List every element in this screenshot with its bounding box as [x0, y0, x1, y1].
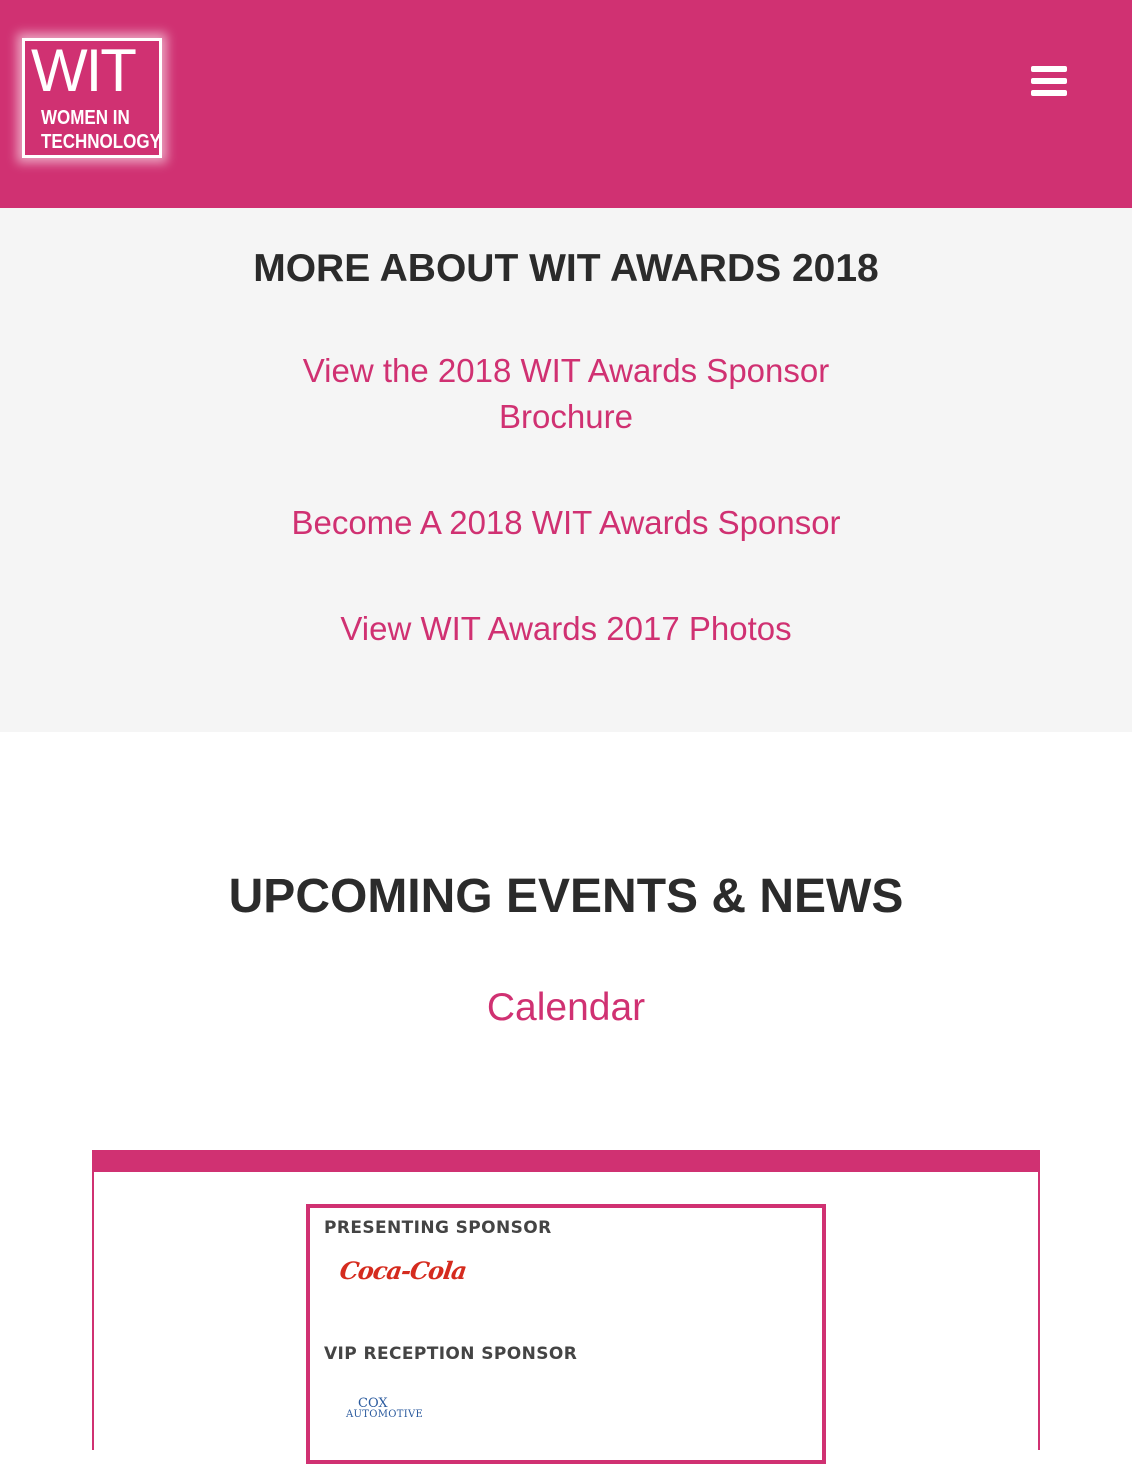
upcoming-events-title: UPCOMING EVENTS & NEWS [228, 870, 904, 923]
presenting-sponsor-label: PRESENTING SPONSOR [324, 1218, 552, 1238]
hamburger-menu-icon[interactable] [1031, 66, 1067, 98]
logo-mark: WIT [31, 37, 137, 104]
sponsor-image[interactable]: PRESENTING SPONSOR Coca-Cola VIP RECEPTI… [306, 1204, 826, 1464]
menu-bar [1031, 78, 1067, 84]
logo-line-technology: TECHNOLOGY [41, 131, 161, 153]
site-header: WIT WOMEN IN TECHNOLOGY [0, 0, 1132, 208]
menu-bar [1031, 66, 1067, 72]
cox-logo-bottom: AUTOMOTIVE [346, 1409, 424, 1420]
coca-cola-logo: Coca-Cola [337, 1256, 469, 1285]
menu-bar [1031, 90, 1067, 96]
calendar-link[interactable]: Calendar [366, 984, 766, 1032]
wit-logo[interactable]: WIT WOMEN IN TECHNOLOGY [22, 38, 162, 158]
cox-automotive-logo: COX AUTOMOTIVE [346, 1397, 424, 1420]
sponsor-brochure-link[interactable]: View the 2018 WIT Awards Sponsor Brochur… [270, 348, 862, 440]
more-about-title: MORE ABOUT WIT AWARDS 2018 [253, 247, 879, 290]
vip-reception-sponsor-label: VIP RECEPTION SPONSOR [324, 1344, 578, 1364]
become-sponsor-link[interactable]: Become A 2018 WIT Awards Sponsor [200, 500, 932, 546]
logo-line-women-in: WOMEN IN [41, 107, 130, 129]
more-about-section: MORE ABOUT WIT AWARDS 2018 View the 2018… [0, 208, 1132, 732]
photos-2017-link[interactable]: View WIT Awards 2017 Photos [200, 606, 932, 652]
